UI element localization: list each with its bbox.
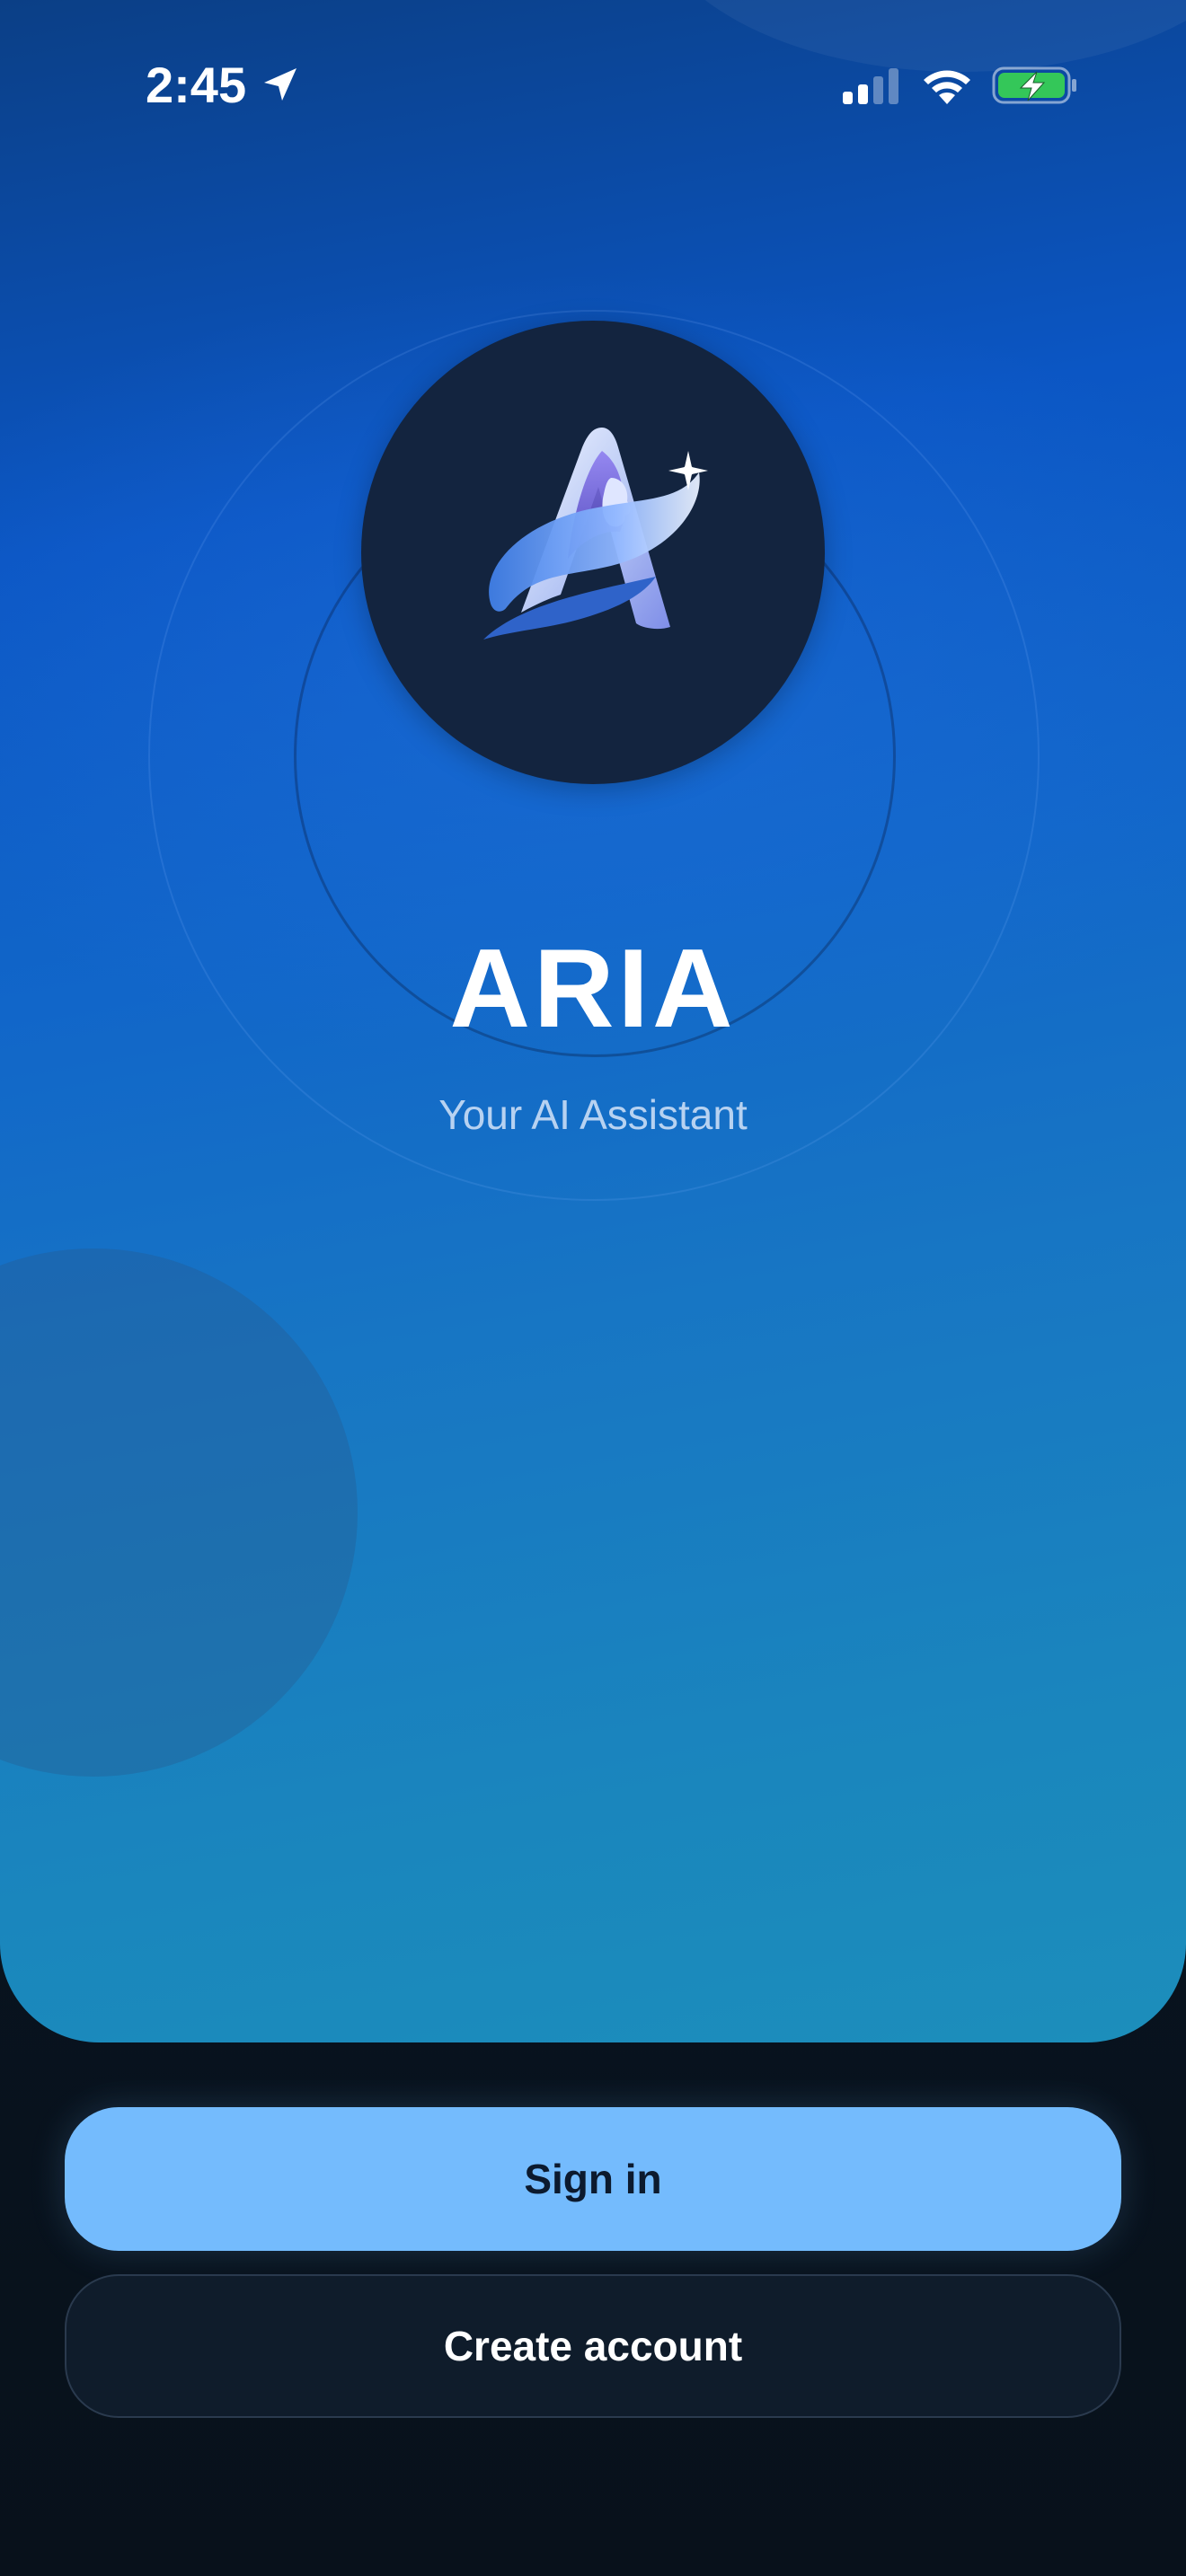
create-account-button[interactable]: Create account xyxy=(65,2274,1121,2418)
status-time: 2:45 xyxy=(146,57,247,113)
battery-charging-icon xyxy=(992,66,1076,104)
decorative-circle-top xyxy=(647,0,1186,72)
welcome-screen: ARIA Your AI Assistant 2:45 Sign in Crea… xyxy=(0,0,1186,2576)
decorative-circle-left xyxy=(0,1248,358,1777)
cellular-signal-icon xyxy=(843,68,898,104)
create-account-label: Create account xyxy=(443,2323,743,2369)
sign-in-button[interactable]: Sign in xyxy=(65,2107,1121,2251)
wifi-icon xyxy=(924,70,970,104)
hero-panel: ARIA Your AI Assistant 2:45 xyxy=(0,0,1186,2042)
aria-logo-icon xyxy=(483,428,708,640)
app-subtitle: Your AI Assistant xyxy=(438,1091,748,1138)
sign-in-label: Sign in xyxy=(524,2156,662,2202)
app-title: ARIA xyxy=(449,927,737,1051)
location-arrow-icon xyxy=(264,68,296,101)
